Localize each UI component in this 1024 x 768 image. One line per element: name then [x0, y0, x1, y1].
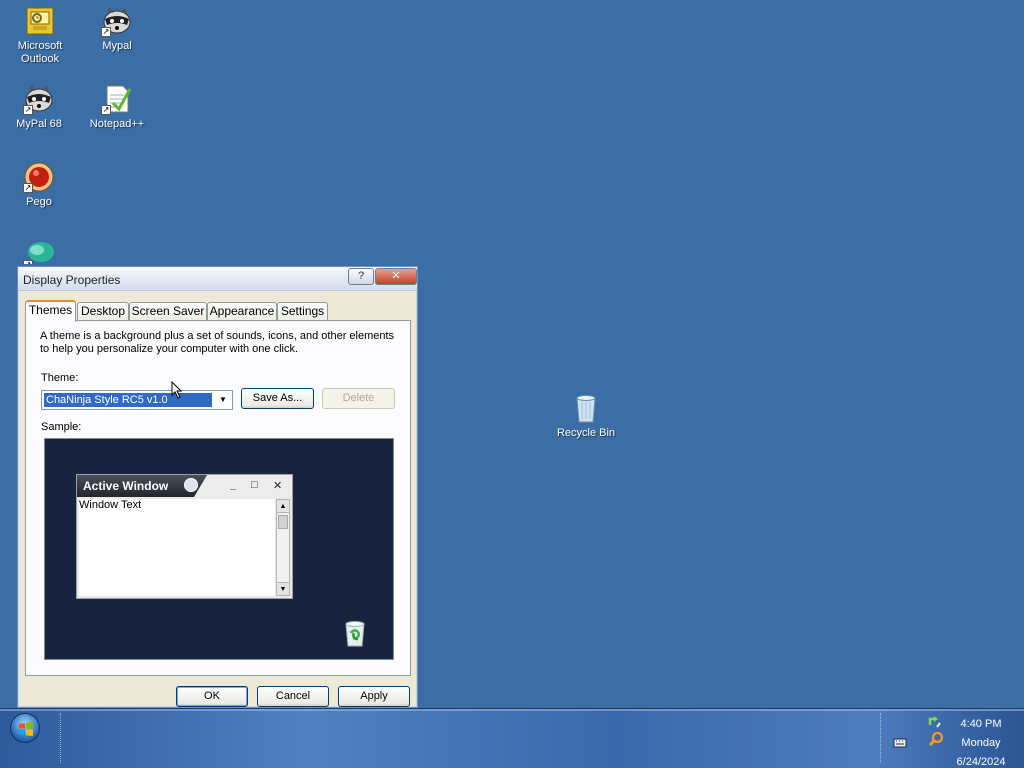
save-as-button[interactable]: Save As...: [241, 388, 314, 409]
scroll-down-icon: ▼: [277, 582, 289, 595]
sample-window-text: Window Text: [79, 499, 142, 511]
recycle-bin-icon: [570, 392, 602, 424]
clock-date: 6/24/2024: [956, 756, 1006, 768]
taskbar: 4:40 PM Monday 6/24/2024: [0, 708, 1024, 768]
dialog-title: Display Properties: [23, 273, 121, 287]
desktop-icon-pego[interactable]: ↗ Pego: [1, 161, 77, 209]
desktop-icon-recycle-bin[interactable]: Recycle Bin: [548, 392, 624, 440]
desktop-icon-mypal[interactable]: ↗ Mypal: [79, 5, 155, 53]
desktop-icon-label: Notepad++: [89, 118, 145, 130]
desktop-icon-label: Microsoft: [17, 40, 63, 52]
maximize-icon: □: [251, 479, 258, 491]
ok-button[interactable]: OK: [176, 686, 248, 707]
taskbar-clock[interactable]: 4:40 PM Monday 6/24/2024: [940, 715, 1022, 768]
desktop-icon-label: MyPal 68: [16, 118, 62, 130]
desktop-icon-mypal-68[interactable]: ↗ MyPal 68: [1, 83, 77, 131]
desktop-icon-label: Outlook: [21, 53, 59, 65]
desktop-icon-label: Pego: [26, 196, 52, 208]
theme-sample-preview: Active Window _ □ ✕ Window Text ▲ ▼: [44, 438, 394, 660]
cloud-app-icon: ↗: [23, 238, 55, 264]
raccoon-icon: ↗: [23, 83, 55, 115]
clock-time: 4:40 PM: [960, 718, 1002, 730]
mouse-cursor-icon: [171, 381, 183, 399]
notepad-icon: ↗: [101, 83, 133, 115]
minimize-icon: _: [230, 479, 237, 491]
help-button[interactable]: ?: [348, 268, 374, 285]
start-button[interactable]: [10, 713, 40, 743]
theme-select[interactable]: ChaNinja Style RC5 v1.0 ▼: [41, 390, 233, 410]
outlook-icon: [24, 5, 56, 37]
dialog-titlebar[interactable]: Display Properties ? ✕: [18, 267, 417, 291]
tab-screen-saver[interactable]: Screen Saver: [129, 302, 207, 321]
sample-label: Sample:: [41, 421, 82, 433]
display-properties-dialog: Display Properties ? ✕ Themes Desktop Sc…: [17, 266, 418, 708]
theme-label: Theme:: [41, 372, 79, 384]
raccoon-icon: ↗: [101, 5, 133, 37]
scroll-up-icon: ▲: [277, 500, 289, 513]
windows-logo-icon: [19, 722, 33, 736]
scroll-thumb: [278, 515, 288, 529]
close-button[interactable]: ✕: [375, 268, 417, 285]
themes-panel: A theme is a background plus a set of so…: [25, 320, 411, 676]
pin-icon: [184, 478, 198, 492]
shortcut-arrow-icon: ↗: [23, 105, 33, 115]
shortcut-arrow-icon: ↗: [101, 105, 111, 115]
chevron-down-icon[interactable]: ▼: [215, 392, 231, 408]
pego-icon: ↗: [23, 161, 55, 193]
sample-scrollbar: ▲ ▼: [276, 499, 290, 596]
tray-grip: [880, 713, 884, 763]
theme-select-value: ChaNinja Style RC5 v1.0: [43, 392, 213, 408]
desktop-icon-label: Recycle Bin: [556, 427, 616, 439]
tab-settings[interactable]: Settings: [277, 302, 328, 321]
tab-desktop[interactable]: Desktop: [77, 302, 129, 321]
shortcut-arrow-icon: ↗: [23, 183, 33, 193]
theme-description: A theme is a background plus a set of so…: [40, 330, 395, 355]
clock-day: Monday: [961, 737, 1001, 749]
desktop-icon-microsoft-outlook[interactable]: Microsoft Outlook: [2, 5, 78, 66]
tab-appearance[interactable]: Appearance: [207, 302, 277, 321]
sample-window-body: Window Text: [79, 499, 275, 596]
tab-themes[interactable]: Themes: [25, 300, 76, 322]
recycle-bin-icon: [342, 619, 368, 647]
sample-window: Active Window _ □ ✕ Window Text ▲ ▼: [76, 474, 293, 599]
desktop-icon-label: Mypal: [102, 40, 132, 52]
shortcut-arrow-icon: ↗: [23, 260, 33, 264]
shortcut-arrow-icon: ↗: [101, 27, 111, 37]
delete-button[interactable]: Delete: [322, 388, 395, 409]
sample-window-title: Active Window: [83, 479, 169, 493]
taskbar-grip[interactable]: [60, 713, 64, 763]
desktop-icon-partial[interactable]: ↗: [1, 238, 77, 264]
keyboard-icon[interactable]: [892, 735, 908, 751]
cancel-button[interactable]: Cancel: [257, 686, 329, 707]
sample-window-titlebar: Active Window _ □ ✕: [77, 475, 292, 497]
desktop-icon-notepad-plus-plus[interactable]: ↗ Notepad++: [79, 83, 155, 131]
close-icon: ✕: [273, 480, 283, 492]
apply-button[interactable]: Apply: [338, 686, 410, 707]
